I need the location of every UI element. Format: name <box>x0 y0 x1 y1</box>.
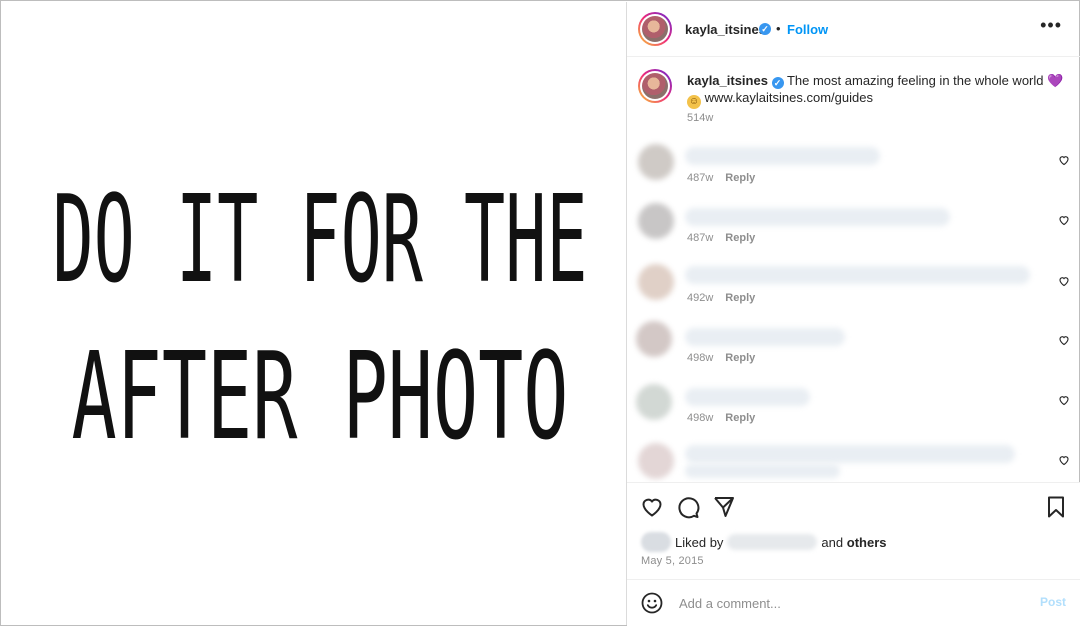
caption-avatar[interactable] <box>638 69 672 103</box>
caption-link[interactable]: www.kaylaitsines.com/guides <box>705 90 873 105</box>
reply-button[interactable]: Reply <box>725 172 755 184</box>
post-header: kayla_itsines ✓ • Follow ••• <box>627 2 1080 57</box>
comment-text-blurred <box>685 208 950 226</box>
comment-input[interactable] <box>677 592 1011 614</box>
reply-button[interactable]: Reply <box>725 292 755 304</box>
comment-meta: 487w Reply <box>687 172 755 184</box>
comment-text-blurred <box>685 147 880 165</box>
comment-meta: 492w Reply <box>687 292 755 304</box>
verified-badge-icon: ✓ <box>759 23 771 35</box>
comment-like-icon[interactable] <box>1058 275 1070 287</box>
comment-time: 492w <box>687 292 714 304</box>
smile-emoji-icon: ☺ <box>687 95 701 109</box>
caption-username[interactable]: kayla_itsines <box>687 73 768 88</box>
instagram-post: DO IT FOR THE AFTER PHOTO kayla_itsines … <box>0 0 1080 626</box>
post-date: May 5, 2015 <box>641 555 704 567</box>
comment-like-icon[interactable] <box>1058 214 1070 226</box>
comment-avatar[interactable] <box>638 443 674 479</box>
liked-by-others-link[interactable]: others <box>847 535 887 550</box>
comment-like-icon[interactable] <box>1058 334 1070 346</box>
comment-like-icon[interactable] <box>1058 394 1070 406</box>
comment-text-blurred <box>685 464 840 478</box>
header-separator: • <box>776 21 781 36</box>
comment-avatar[interactable] <box>638 264 674 300</box>
comment-avatar[interactable] <box>636 384 672 420</box>
author-avatar[interactable] <box>638 12 672 46</box>
comment-like-icon[interactable] <box>1058 154 1070 166</box>
liked-by-user-blurred[interactable] <box>727 534 818 550</box>
save-bookmark-icon[interactable] <box>1044 495 1068 519</box>
caption-time: 514w <box>687 112 714 124</box>
comment-bubble-icon[interactable] <box>676 495 700 519</box>
comment-text-blurred <box>685 445 1015 463</box>
comment-text-blurred <box>685 266 1030 284</box>
author-username[interactable]: kayla_itsines <box>685 22 766 37</box>
post-actions: Liked by and others May 5, 2015 Post <box>627 482 1080 626</box>
comment-meta: 498w Reply <box>687 352 755 364</box>
liked-by-and: and <box>821 535 844 550</box>
post-image[interactable]: DO IT FOR THE AFTER PHOTO <box>2 2 625 625</box>
comment-time: 498w <box>687 352 714 364</box>
post-image-graphic: DO IT FOR THE AFTER PHOTO <box>53 171 588 467</box>
caption: kayla_itsines ✓ The most amazing feeling… <box>687 72 1067 109</box>
reply-button[interactable]: Reply <box>725 412 755 424</box>
like-heart-icon[interactable] <box>640 495 664 519</box>
add-comment-bar: Post <box>627 579 1080 627</box>
share-send-icon[interactable] <box>712 495 736 519</box>
liked-by-line: Liked by and others <box>641 532 886 552</box>
comment-meta: 487w Reply <box>687 232 755 244</box>
post-comment-button[interactable]: Post <box>1040 595 1066 609</box>
comment-text-blurred <box>685 328 845 346</box>
reply-button[interactable]: Reply <box>725 232 755 244</box>
verified-badge-icon: ✓ <box>771 77 784 89</box>
image-text-line2: AFTER PHOTO <box>72 328 569 467</box>
comment-avatar[interactable] <box>638 144 674 180</box>
reply-button[interactable]: Reply <box>725 352 755 364</box>
purple-heart-icon: 💜 <box>1047 73 1064 88</box>
comment-text-blurred <box>685 388 810 406</box>
comment-avatar[interactable] <box>636 321 672 357</box>
liked-by-prefix: Liked by <box>675 535 724 550</box>
liked-by-avatars <box>641 532 671 552</box>
comment-time: 498w <box>687 412 714 424</box>
comment-time: 487w <box>687 232 714 244</box>
follow-button[interactable]: Follow <box>787 22 828 37</box>
comment-avatar[interactable] <box>638 203 674 239</box>
caption-text: The most amazing feeling in the whole wo… <box>786 73 1044 88</box>
emoji-picker-icon[interactable] <box>640 591 664 615</box>
comment-meta: 498w Reply <box>687 412 755 424</box>
post-side-panel: kayla_itsines ✓ • Follow ••• kayla_itsin… <box>626 2 1080 626</box>
more-options-icon[interactable]: ••• <box>1040 16 1062 34</box>
comment-time: 487w <box>687 172 714 184</box>
image-text-line1: DO IT FOR THE <box>53 171 588 310</box>
comment-like-icon[interactable] <box>1058 454 1070 466</box>
